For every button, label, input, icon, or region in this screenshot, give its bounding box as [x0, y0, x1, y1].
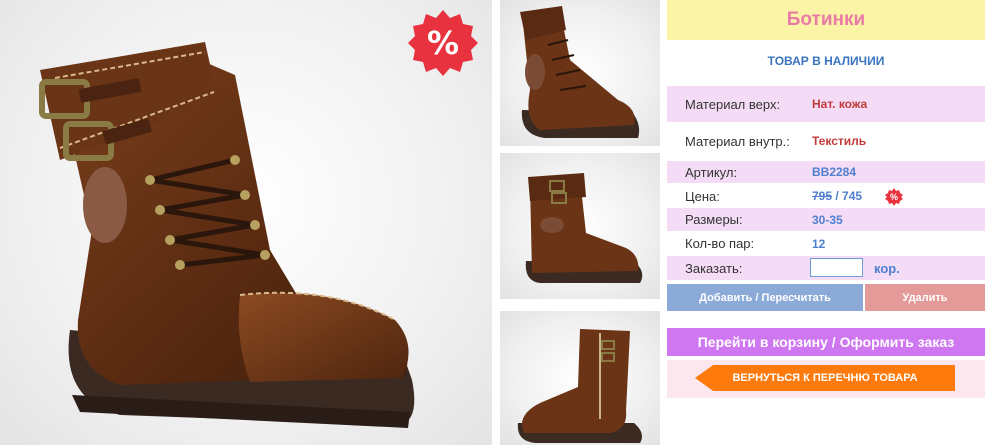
boot-front-thumb [520, 6, 640, 138]
add-recalculate-button[interactable]: Добавить / Пересчитать [667, 284, 863, 311]
price-old: 795 [812, 189, 833, 203]
sale-badge-text: % [426, 24, 460, 62]
price-value: 795 / 745 [812, 189, 862, 203]
discount-badge-text: % [889, 192, 898, 202]
article-value: BB2284 [812, 165, 857, 179]
material-top-label: Материал верх: [685, 96, 781, 112]
order-quantity-input[interactable] [810, 258, 863, 277]
discount-badge-icon: % [885, 188, 903, 206]
thumbnail-front[interactable] [500, 0, 660, 146]
spec-row-price: Цена: 795 / 745 % [667, 184, 985, 208]
article-label: Артикул: [685, 164, 738, 180]
spec-row-order: Заказать: кор. [667, 256, 985, 280]
go-to-cart-button[interactable]: Перейти в корзину / Оформить заказ [667, 328, 985, 356]
spec-row-pairs: Кол-во пар: 12 [667, 232, 985, 255]
pairs-value: 12 [812, 236, 826, 251]
price-label: Цена: [685, 188, 720, 204]
thumbnail-side[interactable] [500, 153, 660, 299]
thumbnail-zip[interactable] [500, 311, 660, 445]
pairs-label: Кол-во пар: [685, 236, 755, 251]
price-separator: / [832, 189, 843, 203]
delete-button[interactable]: Удалить [865, 284, 985, 311]
spec-row-material-top: Материал верх: Нат. кожа [667, 86, 985, 122]
spec-row-article: Артикул: BB2284 [667, 161, 985, 183]
boot-zip-thumb [517, 329, 642, 443]
material-top-value: Нат. кожа [812, 97, 868, 111]
order-label: Заказать: [685, 260, 743, 276]
order-unit-label: кор. [874, 260, 900, 276]
spec-row-material-inner: Материал внутр.: Текстиль [667, 125, 985, 157]
material-inner-label: Материал внутр.: [685, 133, 790, 149]
sizes-value: 30-35 [812, 212, 843, 227]
product-title: Ботинки [667, 0, 985, 40]
boot-side-thumb [525, 173, 643, 283]
sale-badge-icon: % [408, 8, 478, 78]
spec-row-sizes: Размеры: 30-35 [667, 208, 985, 231]
sizes-label: Размеры: [685, 212, 743, 227]
back-link-container: ВЕРНУТЬСЯ К ПЕРЕЧНЮ ТОВАРА [667, 360, 985, 398]
back-to-list-button[interactable]: ВЕРНУТЬСЯ К ПЕРЕЧНЮ ТОВАРА [695, 365, 955, 391]
product-info-panel: Ботинки ТОВАР В НАЛИЧИИ Материал верх: Н… [667, 0, 985, 445]
stock-status: ТОВАР В НАЛИЧИИ [767, 54, 885, 68]
price-new: 745 [842, 189, 863, 203]
material-inner-value: Текстиль [812, 134, 867, 148]
